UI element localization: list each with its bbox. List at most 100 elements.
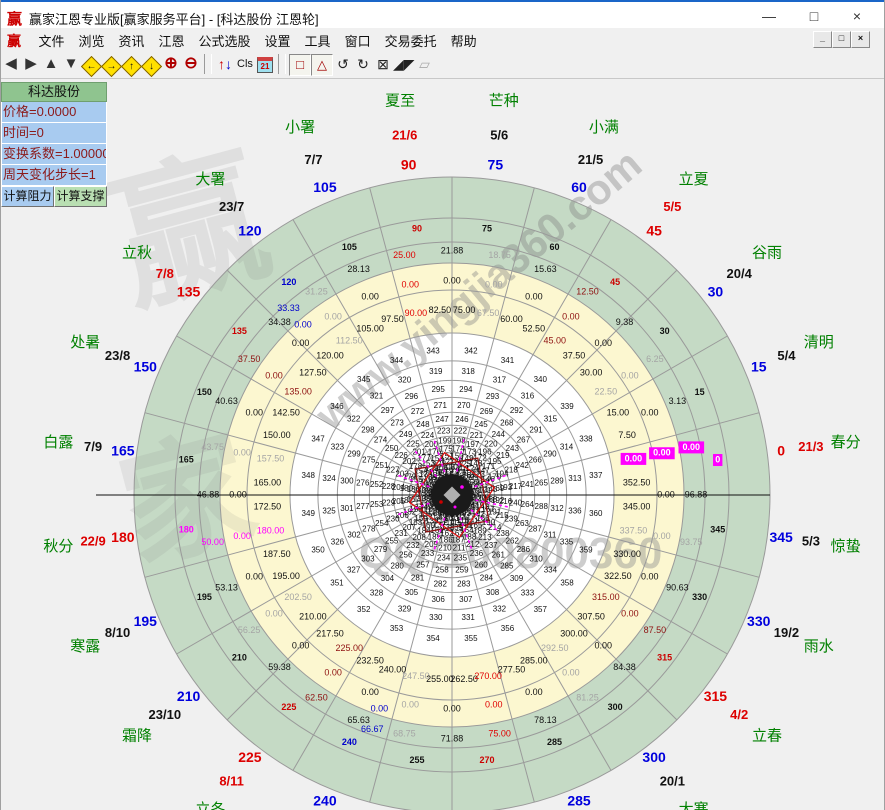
move-down-icon[interactable]: ↓	[141, 54, 161, 74]
menu-item-9[interactable]: 帮助	[444, 28, 484, 50]
svg-text:142.50: 142.50	[272, 408, 300, 418]
maximize-button[interactable]: □	[799, 5, 829, 27]
svg-text:320: 320	[398, 376, 412, 385]
svg-text:300: 300	[608, 702, 623, 712]
svg-text:285: 285	[547, 737, 562, 747]
svg-text:210: 210	[438, 544, 452, 553]
svg-text:246: 246	[455, 415, 469, 424]
menu-bar: 赢 文件浏览资讯江恩公式选股设置工具窗口交易委托帮助 _□×	[1, 28, 884, 52]
svg-text:0.00: 0.00	[621, 608, 639, 618]
svg-text:0.00: 0.00	[641, 407, 659, 417]
menu-item-0[interactable]: 文件	[31, 28, 71, 50]
page-up-icon[interactable]: ▲	[41, 54, 61, 74]
svg-text:立冬: 立冬	[195, 801, 225, 810]
shrink-icon[interactable]: ◢◤	[393, 54, 415, 74]
move-left-icon[interactable]: ←	[81, 54, 101, 74]
pin-tool-icon[interactable]: ▱	[415, 54, 435, 74]
mdi-close-button[interactable]: ×	[851, 31, 870, 48]
triangle-tool-icon[interactable]: △	[311, 54, 333, 76]
svg-text:277.50: 277.50	[498, 665, 526, 675]
svg-text:302: 302	[347, 531, 361, 540]
svg-text:345: 345	[769, 529, 793, 545]
svg-text:0.00: 0.00	[246, 407, 264, 417]
svg-text:75.00: 75.00	[488, 729, 511, 739]
svg-text:谷雨: 谷雨	[752, 244, 782, 261]
mdi-minimize-button[interactable]: _	[813, 31, 832, 48]
menu-item-6[interactable]: 工具	[298, 28, 338, 50]
svg-text:90.00: 90.00	[405, 308, 428, 318]
calendar-icon[interactable]: 21	[255, 54, 275, 74]
svg-text:245: 245	[474, 420, 488, 429]
move-up-icon[interactable]: ↑	[121, 54, 141, 74]
svg-text:308: 308	[486, 588, 500, 597]
svg-text:0.00: 0.00	[621, 370, 639, 380]
svg-text:202.50: 202.50	[284, 592, 312, 602]
svg-text:93.75: 93.75	[680, 537, 703, 547]
svg-text:172.50: 172.50	[254, 501, 282, 511]
rotate-ccw-icon[interactable]: ↺	[333, 54, 353, 74]
scale-updown-icon[interactable]: ↑↓	[215, 54, 235, 74]
svg-text:75: 75	[482, 224, 492, 234]
menu-item-2[interactable]: 资讯	[111, 28, 151, 50]
svg-text:7/7: 7/7	[304, 152, 322, 167]
svg-text:234: 234	[437, 554, 451, 563]
svg-text:清明: 清明	[804, 334, 834, 351]
svg-text:120: 120	[281, 277, 296, 287]
square-tool-icon[interactable]: □	[289, 54, 311, 76]
svg-text:345: 345	[357, 375, 371, 384]
svg-text:241: 241	[521, 480, 535, 489]
close-button[interactable]: ×	[842, 5, 872, 27]
svg-text:0.00: 0.00	[371, 703, 389, 713]
page-down-icon[interactable]: ▼	[61, 54, 81, 74]
mdi-restore-button[interactable]: □	[832, 31, 851, 48]
svg-text:96.88: 96.88	[685, 489, 708, 499]
rotate-cw-icon[interactable]: ↻	[353, 54, 373, 74]
menu-item-3[interactable]: 江恩	[152, 28, 192, 50]
svg-text:5/4: 5/4	[777, 348, 796, 363]
menu-item-1[interactable]: 浏览	[71, 28, 111, 50]
svg-text:84.38: 84.38	[613, 662, 636, 672]
menu-item-8[interactable]: 交易委托	[378, 28, 444, 50]
fit-box-icon[interactable]: ⊠	[373, 54, 393, 74]
svg-text:217.50: 217.50	[316, 628, 344, 638]
calc-support-button[interactable]: 计算支撑	[54, 186, 107, 207]
svg-text:0.00: 0.00	[625, 453, 643, 463]
svg-text:329: 329	[398, 605, 412, 614]
svg-text:237: 237	[484, 541, 498, 550]
svg-text:259: 259	[455, 565, 469, 574]
svg-text:211: 211	[453, 544, 466, 553]
svg-text:0.00: 0.00	[683, 442, 701, 452]
menu-item-5[interactable]: 设置	[258, 28, 298, 50]
calc-resistance-button[interactable]: 计算阻力	[1, 186, 54, 207]
page-right-icon[interactable]: ▶	[21, 54, 41, 74]
svg-text:53.13: 53.13	[215, 583, 238, 593]
cls-button[interactable]: Cls	[235, 54, 255, 74]
svg-text:342: 342	[464, 346, 478, 355]
svg-text:322.50: 322.50	[604, 571, 632, 581]
svg-text:225.00: 225.00	[335, 643, 363, 653]
svg-text:300.00: 300.00	[560, 628, 588, 638]
svg-text:0.00: 0.00	[361, 292, 379, 302]
zoom-out-icon[interactable]: ⊖	[181, 54, 201, 74]
svg-text:78.13: 78.13	[534, 715, 557, 725]
separator	[278, 54, 286, 74]
svg-text:0.00: 0.00	[653, 531, 671, 541]
minimize-button[interactable]: —	[754, 5, 784, 27]
zoom-in-icon[interactable]: ⊕	[161, 54, 181, 74]
svg-text:224: 224	[421, 431, 435, 440]
menu-item-7[interactable]: 窗口	[338, 28, 378, 50]
svg-text:311: 311	[544, 531, 557, 540]
svg-text:135: 135	[232, 326, 247, 336]
svg-text:小满: 小满	[589, 119, 619, 136]
svg-text:321: 321	[370, 392, 384, 401]
svg-text:195: 195	[134, 613, 158, 629]
svg-text:273: 273	[391, 419, 405, 428]
svg-text:277: 277	[356, 502, 370, 511]
svg-text:20/4: 20/4	[727, 266, 753, 281]
menu-item-4[interactable]: 公式选股	[192, 28, 258, 50]
move-right-icon[interactable]: →	[101, 54, 121, 74]
gann-wheel[interactable]: www.yingjia360.comQQ:100800360赢家01530456…	[1, 0, 885, 810]
svg-text:22.50: 22.50	[595, 387, 618, 397]
page-left-icon[interactable]: ◀	[1, 54, 21, 74]
svg-text:52.50: 52.50	[523, 323, 546, 333]
